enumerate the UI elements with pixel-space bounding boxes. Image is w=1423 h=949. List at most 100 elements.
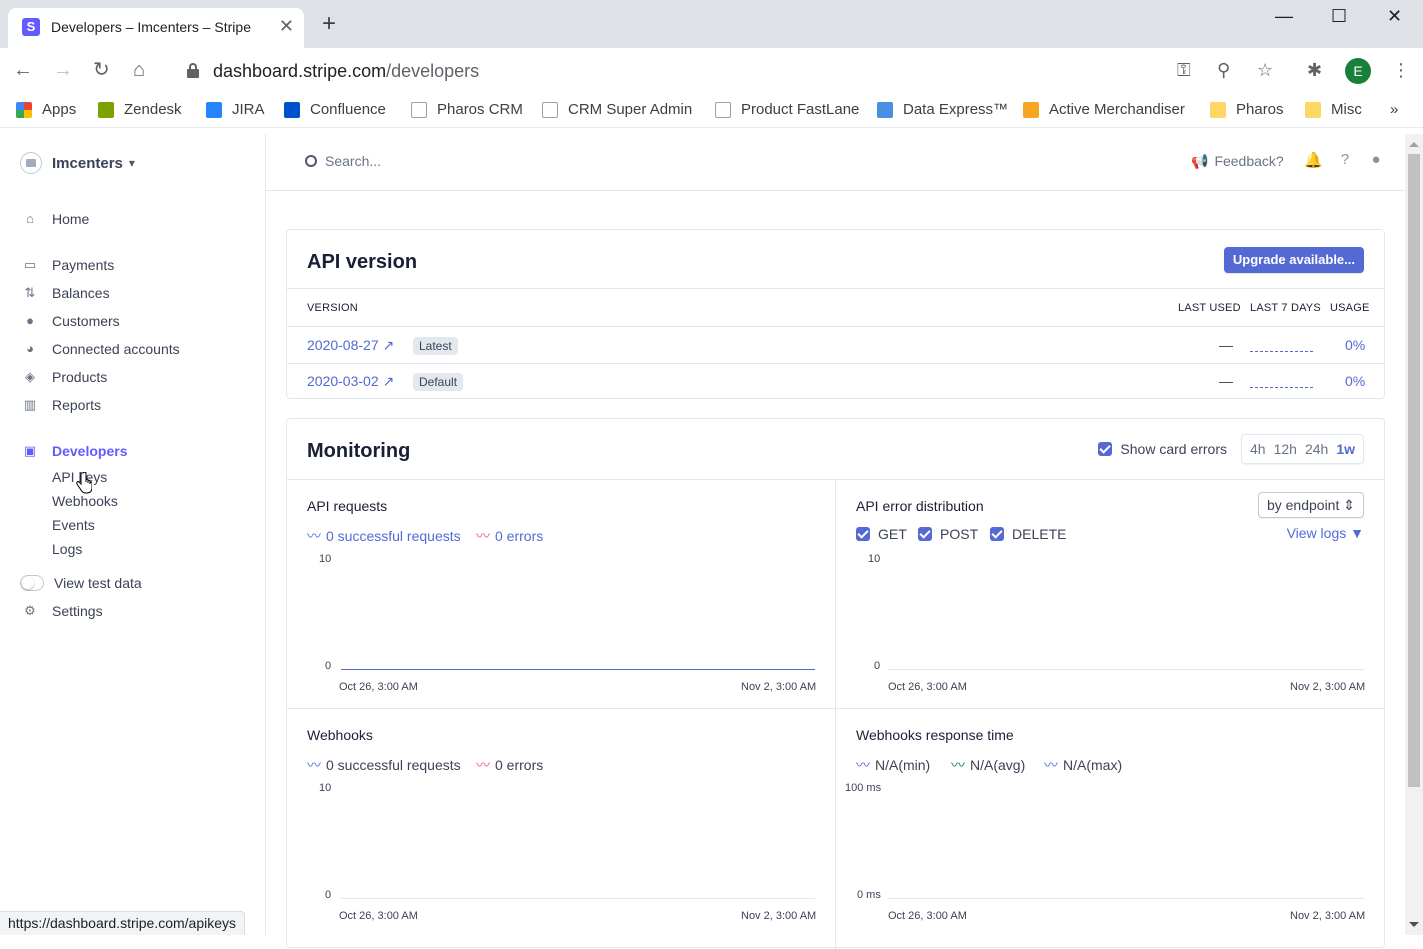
range-24h[interactable]: 24h xyxy=(1301,441,1332,457)
sidebar-item-reports[interactable]: ▥ Reports xyxy=(22,395,101,415)
legend-min[interactable]: 〰 N/A(min) xyxy=(856,755,930,775)
show-card-errors-checkbox[interactable]: Show card errors xyxy=(1098,441,1227,457)
sidebar-item-balances[interactable]: ⇅ Balances xyxy=(22,283,110,303)
url-host: dashboard.stripe.com xyxy=(213,61,387,81)
status-badge: Latest xyxy=(413,337,458,355)
y-tick-label: 100 ms xyxy=(845,782,882,794)
bookmark-misc[interactable]: Misc xyxy=(1305,101,1362,118)
profile-avatar[interactable]: E xyxy=(1345,58,1371,84)
get-checkbox[interactable]: GET xyxy=(856,526,907,542)
bookmark-apps[interactable]: Apps xyxy=(16,101,76,118)
legend-successful[interactable]: 〰 0 successful requests xyxy=(307,755,461,775)
endpoint-select[interactable]: by endpoint ⇕ xyxy=(1257,492,1364,518)
bell-icon[interactable]: 🔔 xyxy=(1304,151,1323,169)
range-12h[interactable]: 12h xyxy=(1270,441,1301,457)
forward-icon[interactable]: → xyxy=(53,58,73,82)
bookmark-data-express[interactable]: Data Express™ xyxy=(877,101,1008,118)
sidebar-item-developers[interactable]: ▣ Developers xyxy=(22,441,128,461)
scrollbar-thumb[interactable] xyxy=(1408,154,1420,787)
help-icon[interactable]: ? xyxy=(1336,151,1354,169)
sidebar-item-customers[interactable]: ● Customers xyxy=(22,311,120,331)
sidebar-subitem-events[interactable]: Events xyxy=(52,517,95,533)
view-test-data-toggle[interactable]: View test data xyxy=(20,573,142,593)
minimize-icon[interactable]: — xyxy=(1275,6,1293,27)
account-icon xyxy=(20,152,42,174)
api-error-distribution-title: API error distribution xyxy=(856,498,984,514)
extensions-icon[interactable]: ✱ xyxy=(1307,60,1322,81)
status-bar-url: https://dashboard.stripe.com/apikeys xyxy=(0,911,246,935)
sidebar-item-settings[interactable]: ⚙ Settings xyxy=(22,601,102,621)
bookmark-active-merchandiser[interactable]: Active Merchandiser xyxy=(1023,101,1185,118)
y-tick-label: 0 ms xyxy=(857,889,881,901)
bookmark-crm-super-admin[interactable]: CRM Super Admin xyxy=(542,101,692,118)
version-link[interactable]: 2020-08-27 ↗ xyxy=(307,337,394,354)
sparkline xyxy=(1250,350,1313,352)
scroll-up-icon[interactable] xyxy=(1409,142,1419,147)
reload-icon[interactable]: ↻ xyxy=(93,58,110,82)
delete-checkbox[interactable]: DELETE xyxy=(990,526,1066,542)
sidebar-subitem-logs[interactable]: Logs xyxy=(52,541,82,557)
range-4h[interactable]: 4h xyxy=(1246,441,1270,457)
version-link[interactable]: 2020-03-02 ↗ xyxy=(307,373,394,390)
legend-errors[interactable]: 〰 0 errors xyxy=(476,526,543,546)
new-tab-icon[interactable]: + xyxy=(322,12,336,36)
chart-baseline xyxy=(888,669,1365,670)
url-path: /developers xyxy=(386,61,480,81)
line-series-icon: 〰 xyxy=(476,528,490,544)
bookmark-pharos[interactable]: Pharos xyxy=(1210,101,1284,118)
sidebar-item-payments[interactable]: ▭ Payments xyxy=(22,255,114,275)
bookmark-zendesk[interactable]: Zendesk xyxy=(98,101,182,118)
column-header-last-used: LAST USED xyxy=(1178,302,1241,314)
back-icon[interactable]: ← xyxy=(13,58,33,82)
view-logs-label: View logs xyxy=(1286,525,1347,541)
close-tab-icon[interactable]: ✕ xyxy=(279,16,294,37)
range-1w[interactable]: 1w xyxy=(1332,441,1359,457)
zoom-icon[interactable]: ⚲ xyxy=(1217,60,1230,81)
sidebar: Imcenters ▾ ⌂ Home ▭ Payments ⇅ Balances ● C… xyxy=(0,134,266,935)
sidebar-subitem-webhooks[interactable]: Webhooks xyxy=(52,493,118,509)
external-link-icon: ↗ xyxy=(382,337,395,353)
toggle-switch[interactable] xyxy=(20,575,44,591)
menu-kebab-icon[interactable]: ⋮ xyxy=(1392,60,1410,81)
usage-value: 0% xyxy=(1345,337,1366,353)
search-input[interactable]: Search... xyxy=(305,153,381,169)
feedback-button[interactable]: 📢 Feedback? xyxy=(1191,153,1284,170)
box-icon: ◈ xyxy=(25,369,35,384)
legend-label: 0 errors xyxy=(495,528,544,544)
version-label: 2020-08-27 xyxy=(307,337,379,353)
bookmark-product-fastlane[interactable]: Product FastLane xyxy=(715,101,859,118)
bookmark-confluence[interactable]: Confluence xyxy=(284,101,386,118)
bookmark-label: Active Merchandiser xyxy=(1049,101,1185,118)
legend-successful[interactable]: 〰 0 successful requests xyxy=(307,526,461,546)
close-window-icon[interactable]: ✕ xyxy=(1387,6,1402,27)
browser-toolbar: ← → ↻ ⌂ dashboard.stripe.com/developers … xyxy=(0,48,1423,94)
bookmark-pharos-crm[interactable]: Pharos CRM xyxy=(411,101,523,118)
legend-label: N/A(min) xyxy=(875,757,931,773)
legend-avg[interactable]: 〰 N/A(avg) xyxy=(951,755,1025,775)
upgrade-button[interactable]: Upgrade available... xyxy=(1223,247,1364,273)
account-switcher[interactable]: Imcenters ▾ xyxy=(20,152,135,174)
star-icon[interactable]: ☆ xyxy=(1257,60,1273,81)
home-icon[interactable]: ⌂ xyxy=(133,58,145,82)
toggle-label: View test data xyxy=(54,575,142,591)
sidebar-item-connected-accounts[interactable]: ◕ Connected accounts xyxy=(22,339,180,359)
scroll-down-icon[interactable] xyxy=(1409,922,1419,927)
more-bookmarks-icon[interactable]: » xyxy=(1390,101,1398,118)
folder-icon xyxy=(1210,101,1226,118)
search-placeholder: Search... xyxy=(325,153,382,169)
user-icon[interactable]: ● xyxy=(1367,151,1385,169)
key-icon[interactable]: ⚿ xyxy=(1177,60,1191,81)
legend-max[interactable]: 〰 N/A(max) xyxy=(1044,755,1122,775)
browser-tab[interactable]: S Developers – Imcenters – Stripe ✕ xyxy=(8,8,304,48)
page-scrollbar[interactable] xyxy=(1405,134,1423,935)
confluence-icon xyxy=(284,101,300,118)
address-bar[interactable]: dashboard.stripe.com/developers xyxy=(213,61,479,82)
x-tick-label: Oct 26, 3:00 AM xyxy=(339,910,418,922)
legend-errors[interactable]: 〰 0 errors xyxy=(476,755,543,775)
sidebar-item-products[interactable]: ◈ Products xyxy=(22,367,107,387)
post-checkbox[interactable]: POST xyxy=(918,526,978,542)
sidebar-item-home[interactable]: ⌂ Home xyxy=(22,209,89,229)
view-logs-link[interactable]: View logs ▼ xyxy=(1287,525,1364,541)
bookmark-jira[interactable]: JIRA xyxy=(206,101,265,118)
maximize-icon[interactable]: ☐ xyxy=(1331,6,1347,27)
